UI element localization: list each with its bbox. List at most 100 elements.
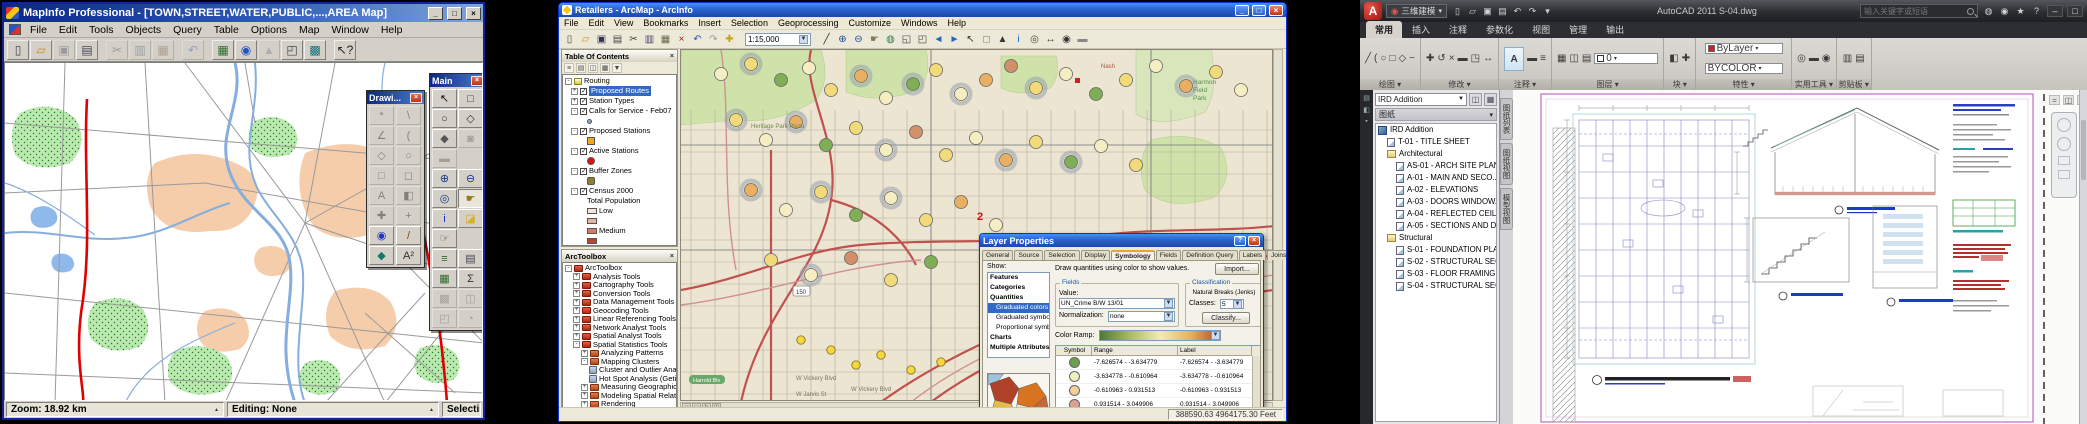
layer-item[interactable]: -✓Census 2000 xyxy=(565,186,676,196)
properties-combo-bylayer[interactable]: ByLayer▾ xyxy=(1705,43,1783,54)
maximize-button[interactable]: □ xyxy=(1252,5,1266,16)
expander-icon[interactable]: - xyxy=(573,341,580,348)
expander-icon[interactable]: + xyxy=(571,88,578,95)
palette-anchor-icon-1[interactable]: ▤ xyxy=(1363,94,1370,102)
sheet-item[interactable]: A-02 - ELEVATIONS xyxy=(1376,184,1496,196)
find-icon[interactable]: ◎ xyxy=(1027,32,1042,47)
open-icon[interactable]: ▱ xyxy=(578,32,593,47)
navigation-bar[interactable] xyxy=(2051,112,2077,198)
frame-tool-icon[interactable]: ◧ xyxy=(396,186,421,205)
palette-tab-[interactable]: 图纸视图 xyxy=(1500,143,1513,185)
viewport-maximize-icon[interactable]: ◫ xyxy=(2063,95,2074,105)
ribbon-tool-icon[interactable]: ≡ xyxy=(1540,53,1546,64)
expander-icon[interactable]: - xyxy=(571,148,578,155)
cut-icon[interactable]: ✂ xyxy=(626,32,641,47)
menu-windows[interactable]: Windows xyxy=(896,18,943,28)
cut-icon[interactable]: ✂ xyxy=(106,40,128,60)
exchange-icon[interactable]: ◍ xyxy=(1982,5,1995,18)
autocad-logo-icon[interactable]: A xyxy=(1364,2,1382,20)
identify-icon[interactable]: i xyxy=(1011,32,1026,47)
ribbon-tool-icon[interactable]: ~ xyxy=(1409,53,1415,64)
layer-control-icon[interactable]: ≡ xyxy=(432,249,457,268)
ribbon-panel-label[interactable]: 修改 ▾ xyxy=(1421,79,1498,90)
palette-tab-[interactable]: 模型视图 xyxy=(1500,188,1513,230)
sheet-item[interactable]: S-01 - FOUNDATION PLA... xyxy=(1376,244,1496,256)
hotlink-icon[interactable]: ☞ xyxy=(432,229,457,248)
menu-insert[interactable]: Insert xyxy=(693,18,726,28)
invert-selection-icon[interactable]: ◙ xyxy=(458,129,483,148)
assign-district-icon[interactable]: ◫ xyxy=(458,289,483,308)
ribbon-tool-icon[interactable]: ▬ xyxy=(1458,53,1468,64)
maximize-button[interactable]: □ xyxy=(447,7,462,20)
class-breaks-grid[interactable]: Symbol Range Label -7.626574 - -3.634779… xyxy=(1055,345,1261,407)
favorites-star-icon[interactable]: ★ xyxy=(2014,5,2027,18)
autocad-titlebar[interactable]: A ◉ 三维建模 ▾ ▯▱▣▤↶↷▾ AutoCAD 2011 S-04.dwg… xyxy=(1360,0,2087,22)
marquee-select-icon[interactable]: □ xyxy=(458,89,483,108)
tab-fields[interactable]: Fields xyxy=(1156,250,1182,260)
tab-labels[interactable]: Labels xyxy=(1239,250,1266,260)
menu-selection[interactable]: Selection xyxy=(726,18,773,28)
polygon-select-icon[interactable]: ◇ xyxy=(458,109,483,128)
palette-anchor-icon-3[interactable]: ▪ xyxy=(1365,118,1367,125)
ribbon-panel-label[interactable]: 特性 ▾ xyxy=(1696,79,1791,90)
save-icon[interactable]: ▣ xyxy=(594,32,609,47)
ribbon-tab-[interactable]: 参数化 xyxy=(1477,21,1522,38)
open-table-icon[interactable]: ▱ xyxy=(30,40,52,60)
expander-icon[interactable]: - xyxy=(571,108,578,115)
polygon-tool-icon[interactable]: ◇ xyxy=(369,146,394,165)
print-icon[interactable]: ▤ xyxy=(76,40,98,60)
expander-icon[interactable]: + xyxy=(573,290,580,297)
ribbon-tool-icon[interactable]: ↔ xyxy=(1483,53,1493,64)
layout-view-button[interactable]: ▭ xyxy=(692,403,701,407)
menu-geoprocessing[interactable]: Geoprocessing xyxy=(773,18,844,28)
drawing-toolbar[interactable]: Drawi... × *\∠(◇○□◻A◧✚+◉/◆A² xyxy=(366,90,425,268)
go-to-xy-icon[interactable]: ◉ xyxy=(1059,32,1074,47)
boundary-select-icon[interactable]: ◆ xyxy=(432,129,457,148)
ribbon-tool-icon[interactable]: ◧ xyxy=(1669,53,1678,64)
expander-icon[interactable]: + xyxy=(573,273,580,280)
reshape-tool-icon[interactable]: ✚ xyxy=(369,206,394,225)
measure-icon[interactable]: ↔ xyxy=(1043,32,1058,47)
sheet-item[interactable]: S-02 - STRUCTURAL SEC... xyxy=(1376,256,1496,268)
qat-plot-icon[interactable]: ▤ xyxy=(1496,5,1509,18)
back-extent-icon[interactable]: ◄ xyxy=(931,32,946,47)
close-button[interactable]: × xyxy=(1269,5,1283,16)
sheet-subset[interactable]: Structural xyxy=(1376,232,1496,244)
text-tool-icon[interactable]: A xyxy=(369,186,394,205)
zoom-out-icon[interactable]: ⊖ xyxy=(458,169,483,188)
show-item-graduated-symbols[interactable]: Graduated symbols xyxy=(988,313,1049,323)
ribbon-tool-icon[interactable]: ◎ xyxy=(1797,53,1806,64)
editor-icon[interactable]: ╱ xyxy=(819,32,834,47)
color-ramp-combo[interactable]: ▼ xyxy=(1099,330,1221,341)
paste-icon[interactable]: ▦ xyxy=(152,40,174,60)
layer-combo[interactable]: 0▾ xyxy=(1594,53,1658,64)
layer-checkbox[interactable]: ✓ xyxy=(580,98,587,105)
show-item-graduated-colors[interactable]: Graduated colors xyxy=(988,303,1049,313)
symbol-tool-icon[interactable]: * xyxy=(369,106,394,125)
layer-checkbox[interactable]: ✓ xyxy=(580,148,587,155)
sheet-item[interactable]: S-03 - FLOOR FRAMING ... xyxy=(1376,268,1496,280)
expander-icon[interactable]: - xyxy=(565,78,572,85)
ribbon-tool-icon[interactable]: ▦ xyxy=(1557,53,1566,64)
legend-icon[interactable]: ▦ xyxy=(432,269,457,288)
map-vertical-scrollbar[interactable] xyxy=(1273,49,1283,401)
line-tool-icon[interactable]: \ xyxy=(396,106,421,125)
symbol-style-icon[interactable]: ◉ xyxy=(369,226,394,245)
layer-item[interactable]: -✓Active Stations xyxy=(565,146,676,156)
layer-item[interactable]: +✓Proposed Routes xyxy=(565,86,676,96)
add-node-tool-icon[interactable]: + xyxy=(396,206,421,225)
zoom-in-icon[interactable]: ⊕ xyxy=(835,32,850,47)
expander-icon[interactable]: + xyxy=(581,401,588,407)
sheet-set-dropdown[interactable]: IRD Addition▼ xyxy=(1375,93,1467,106)
html-popup-icon[interactable]: ▬ xyxy=(1075,32,1090,47)
show-item-categories[interactable]: Categories xyxy=(988,283,1049,293)
ribbon-tool-icon[interactable]: ◳ xyxy=(1471,53,1480,64)
layer-checkbox[interactable]: ✓ xyxy=(580,188,587,195)
layer-item[interactable]: -✓Buffer Zones xyxy=(565,166,676,176)
tab-general[interactable]: General xyxy=(982,250,1013,260)
ribbon-tool-icon[interactable]: ◇ xyxy=(1398,53,1406,64)
expander-icon[interactable]: - xyxy=(571,168,578,175)
polyline-tool-icon[interactable]: ∠ xyxy=(369,126,394,145)
sheet-item[interactable]: A-03 - DOORS WINDOW... xyxy=(1376,196,1496,208)
menu-query[interactable]: Query xyxy=(167,23,208,37)
